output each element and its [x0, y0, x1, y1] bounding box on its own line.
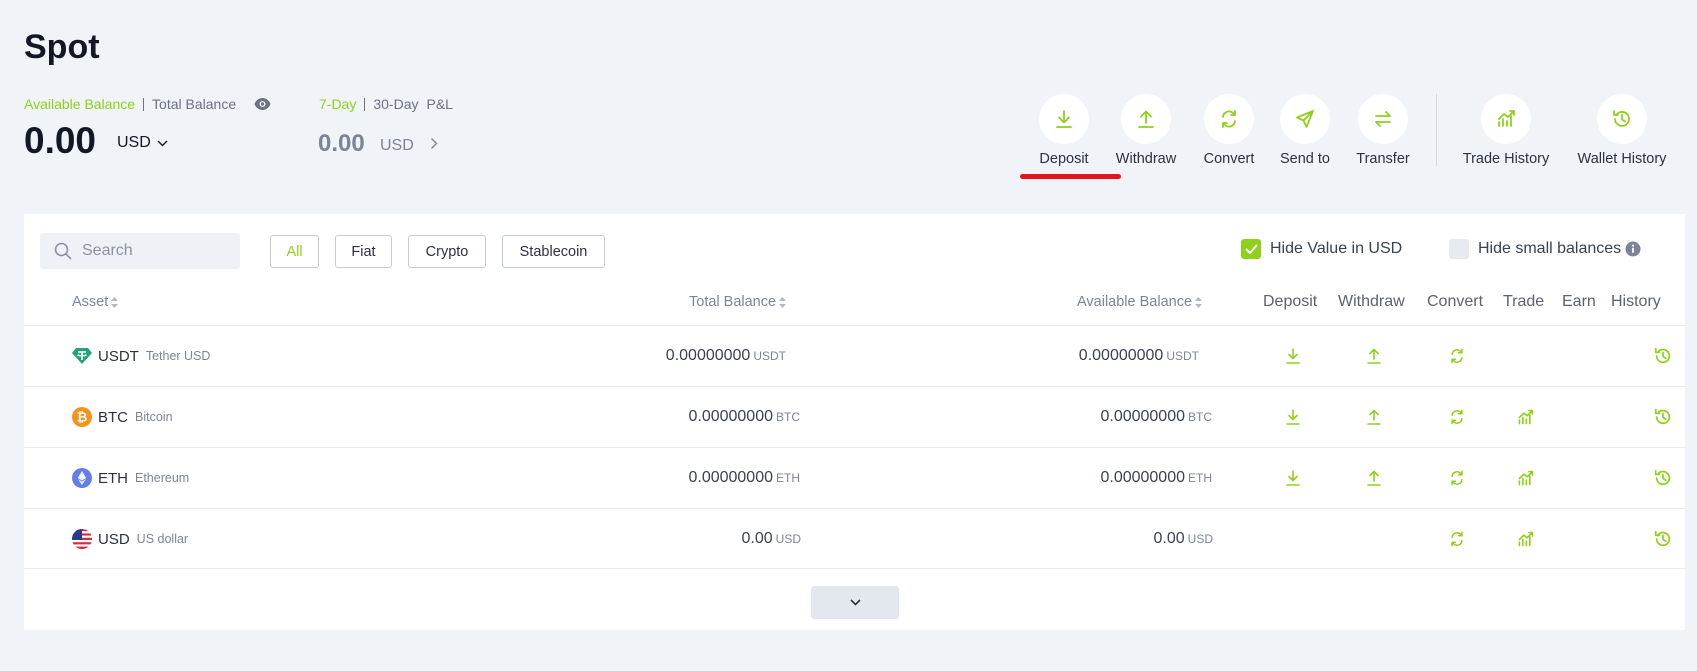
trade-chart-icon[interactable] — [1513, 527, 1537, 551]
hide-value-toggle[interactable]: Hide Value in USD — [1241, 239, 1402, 259]
wallet-history-button[interactable]: Wallet History — [1567, 94, 1677, 167]
header-deposit: Deposit — [1263, 293, 1318, 310]
available-balance-cell: 0.00000000 BTC — [1100, 408, 1212, 425]
asset-panel: All Fiat Crypto Stablecoin Hide Value in… — [24, 214, 1685, 630]
header-available-balance[interactable]: Available Balance — [1077, 294, 1203, 310]
asset-symbol: USDT — [98, 347, 139, 365]
convert-icon[interactable] — [1445, 344, 1469, 368]
send-icon — [1280, 94, 1330, 144]
transfer-button[interactable]: Transfer — [1328, 94, 1438, 167]
total-balance-cell: 0.00000000 USDT — [665, 347, 786, 364]
history-icon[interactable] — [1651, 344, 1675, 368]
asset-cell: USDT Tether USD — [72, 346, 210, 366]
filter-crypto[interactable]: Crypto — [408, 235, 486, 268]
asset-symbol: ETH — [98, 469, 128, 487]
upload-icon[interactable] — [1362, 466, 1386, 490]
asset-cell: ₿ BTC Bitcoin — [72, 407, 173, 427]
search-box[interactable] — [40, 233, 240, 269]
upload-icon[interactable] — [1362, 405, 1386, 429]
convert-icon — [1204, 94, 1254, 144]
sort-icon — [111, 296, 119, 308]
table-row: USD US dollar 0.00 USD 0.00 USD — [24, 508, 1685, 569]
expand-more-button[interactable] — [811, 586, 899, 619]
history-icon — [1597, 94, 1647, 144]
upload-icon[interactable] — [1362, 344, 1386, 368]
asset-name: Bitcoin — [135, 410, 173, 424]
action-bar: Deposit Withdraw Convert Send to Transfe… — [0, 94, 1697, 184]
sort-icon — [779, 296, 787, 308]
upload-icon — [1121, 94, 1171, 144]
info-icon[interactable] — [1625, 241, 1641, 257]
trade-chart-icon[interactable] — [1513, 466, 1537, 490]
total-balance-cell: 0.00 USD — [741, 530, 801, 547]
convert-icon[interactable] — [1445, 527, 1469, 551]
asset-symbol: USD — [98, 530, 130, 548]
asset-cell: USD US dollar — [72, 529, 188, 549]
sort-icon — [1195, 296, 1203, 308]
table-row: USDT Tether USD 0.00000000 USDT 0.0000000… — [24, 325, 1685, 386]
eth-icon — [72, 468, 92, 488]
search-input[interactable] — [82, 242, 222, 260]
filter-all[interactable]: All — [270, 235, 319, 268]
header-earn: Earn — [1562, 293, 1596, 310]
asset-symbol: BTC — [98, 408, 128, 426]
hide-small-balances-toggle[interactable]: Hide small balances — [1449, 239, 1641, 259]
search-icon — [54, 242, 72, 260]
chevron-down-icon — [849, 599, 861, 606]
action-divider — [1436, 94, 1437, 166]
download-icon[interactable] — [1281, 466, 1305, 490]
header-trade: Trade — [1503, 293, 1545, 310]
available-balance-cell: 0.00 USD — [1153, 530, 1213, 547]
filter-stablecoin[interactable]: Stablecoin — [502, 235, 605, 268]
header-history: History — [1611, 293, 1661, 310]
table-row: ₿ BTC Bitcoin 0.00000000 BTC 0.00000000 BT… — [24, 386, 1685, 447]
page-title: Spot — [24, 28, 100, 66]
hide-small-label: Hide small balances — [1478, 240, 1622, 257]
trade-chart-icon[interactable] — [1513, 405, 1537, 429]
convert-icon[interactable] — [1445, 405, 1469, 429]
trade-history-button[interactable]: Trade History — [1451, 94, 1561, 167]
filter-fiat[interactable]: Fiat — [335, 235, 392, 268]
available-balance-cell: 0.00000000 ETH — [1100, 469, 1212, 486]
trade-chart-icon — [1481, 94, 1531, 144]
download-icon[interactable] — [1281, 405, 1305, 429]
download-icon[interactable] — [1281, 344, 1305, 368]
history-icon[interactable] — [1651, 405, 1675, 429]
hide-value-label: Hide Value in USD — [1270, 240, 1403, 257]
history-icon[interactable] — [1651, 466, 1675, 490]
usdt-icon — [72, 346, 92, 366]
checkbox-checked[interactable] — [1241, 239, 1261, 259]
transfer-icon — [1358, 94, 1408, 144]
checkbox-unchecked[interactable] — [1449, 239, 1469, 259]
history-icon[interactable] — [1651, 527, 1675, 551]
header-convert: Convert — [1427, 293, 1484, 310]
asset-name: Tether USD — [145, 349, 211, 363]
convert-icon[interactable] — [1445, 466, 1469, 490]
available-balance-cell: 0.00000000 USDT — [1078, 347, 1199, 364]
total-balance-cell: 0.00000000 ETH — [688, 469, 800, 486]
asset-name: Ethereum — [135, 471, 190, 485]
asset-name: US dollar — [136, 532, 189, 546]
total-balance-cell: 0.00000000 BTC — [688, 408, 800, 425]
us-flag-icon — [72, 529, 92, 549]
download-icon — [1039, 94, 1089, 144]
table-row: ETH Ethereum 0.00000000 ETH 0.00000000 ETH — [24, 447, 1685, 508]
btc-icon: ₿ — [72, 407, 92, 427]
header-asset[interactable]: Asset — [72, 294, 119, 310]
deposit-highlight-underline — [1020, 174, 1121, 179]
asset-cell: ETH Ethereum — [72, 468, 189, 488]
svg-text:₿: ₿ — [77, 411, 88, 426]
header-total-balance[interactable]: Total Balance — [689, 294, 787, 310]
header-withdraw: Withdraw — [1338, 293, 1405, 310]
